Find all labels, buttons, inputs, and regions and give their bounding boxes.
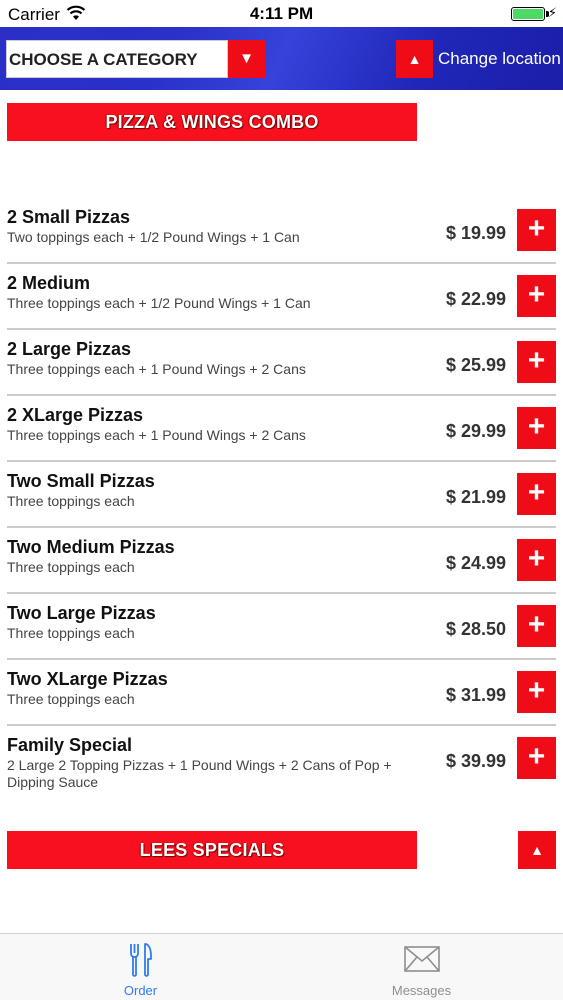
add-to-order-button[interactable]: + <box>517 671 556 713</box>
menu-item-description: Two toppings each + 1/2 Pound Wings + 1 … <box>7 229 300 245</box>
menu-item-description: Three toppings each <box>7 493 135 509</box>
menu-item: Family Special 2 Large 2 Topping Pizzas … <box>0 726 563 800</box>
menu-item-price: $ 21.99 <box>445 487 506 507</box>
menu-item: Two XLarge Pizzas Three toppings each $ … <box>0 660 563 726</box>
add-to-order-button[interactable]: + <box>517 539 556 581</box>
menu-item-price: $ 39.99 <box>445 751 506 771</box>
menu-item-description: 2 Large 2 Topping Pizzas + 1 Pound Wings… <box>7 757 392 790</box>
header-bar: CHOOSE A CATEGORY ▼ ▲ Change location <box>0 27 563 90</box>
menu-item: Two Large Pizzas Three toppings each $ 2… <box>0 594 563 660</box>
menu-item-name: Two Small Pizzas <box>7 471 155 491</box>
menu-item-price: $ 28.50 <box>445 619 506 639</box>
envelope-icon <box>403 946 440 972</box>
menu-item-name: Two Large Pizzas <box>7 603 156 623</box>
menu-item: Two Small Pizzas Three toppings each $ 2… <box>0 462 563 528</box>
add-to-order-button[interactable]: + <box>517 605 556 647</box>
section-header-pizza-wings-combo[interactable]: PIZZA & WINGS COMBO <box>7 103 417 141</box>
add-to-order-button[interactable]: + <box>517 275 556 317</box>
menu-item: 2 XLarge Pizzas Three toppings each + 1 … <box>0 396 563 462</box>
fork-knife-icon <box>129 943 152 977</box>
menu-item-name: Family Special <box>7 735 133 755</box>
tab-messages-label: Messages <box>391 983 452 998</box>
category-dropdown-button[interactable]: ▼ <box>228 40 265 78</box>
menu-item-description: Three toppings each + 1/2 Pound Wings + … <box>7 295 311 311</box>
category-select[interactable]: CHOOSE A CATEGORY <box>6 40 228 78</box>
status-time: 4:11 PM <box>249 4 314 23</box>
menu-item: Two Medium Pizzas Three toppings each $ … <box>0 528 563 594</box>
change-location-arrow-button[interactable]: ▲ <box>396 40 433 78</box>
menu-item-name: 2 Large Pizzas <box>7 339 132 359</box>
add-to-order-button[interactable]: + <box>517 209 556 251</box>
charging-bolt-icon: ⚡ <box>547 5 557 20</box>
menu-item-description: Three toppings each <box>7 559 135 575</box>
menu-item-name: 2 Small Pizzas <box>7 207 131 227</box>
section-expand-button[interactable]: ▲ <box>518 831 556 869</box>
menu-item-name: 2 Medium <box>7 273 91 293</box>
menu-item-description: Three toppings each + 1 Pound Wings + 2 … <box>7 361 306 377</box>
menu-item: 2 Medium Three toppings each + 1/2 Pound… <box>0 264 563 330</box>
add-to-order-button[interactable]: + <box>517 341 556 383</box>
add-to-order-button[interactable]: + <box>517 737 556 779</box>
menu-item: 2 Small Pizzas Two toppings each + 1/2 P… <box>0 198 563 264</box>
menu-item-price: $ 25.99 <box>445 355 506 375</box>
menu-list: 2 Small Pizzas Two toppings each + 1/2 P… <box>0 198 563 800</box>
add-to-order-button[interactable]: + <box>517 473 556 515</box>
change-location-link[interactable]: Change location <box>438 49 561 69</box>
menu-item: 2 Large Pizzas Three toppings each + 1 P… <box>0 330 563 396</box>
tab-order[interactable]: Order <box>0 934 281 1000</box>
menu-item-price: $ 19.99 <box>445 223 506 243</box>
category-select-label: CHOOSE A CATEGORY <box>9 50 198 69</box>
menu-item-description: Three toppings each <box>7 625 135 641</box>
menu-item-description: Three toppings each + 1 Pound Wings + 2 … <box>7 427 306 443</box>
battery-icon <box>511 7 549 21</box>
menu-item-price: $ 29.99 <box>445 421 506 441</box>
menu-item-name: Two Medium Pizzas <box>7 537 175 557</box>
menu-item-price: $ 31.99 <box>445 685 506 705</box>
menu-item-name: 2 XLarge Pizzas <box>7 405 144 425</box>
menu-item-price: $ 22.99 <box>445 289 506 309</box>
menu-item-price: $ 24.99 <box>445 553 506 573</box>
tab-messages[interactable]: Messages <box>281 934 562 1000</box>
menu-item-description: Three toppings each <box>7 691 135 707</box>
tab-bar: Order Messages <box>0 933 563 1000</box>
section-header-lees-specials[interactable]: LEES SPECIALS <box>7 831 417 869</box>
tab-order-label: Order <box>123 983 158 998</box>
menu-item-name: Two XLarge Pizzas <box>7 669 168 689</box>
status-bar: Carrier 4:11 PM ⚡ <box>0 0 563 28</box>
add-to-order-button[interactable]: + <box>517 407 556 449</box>
